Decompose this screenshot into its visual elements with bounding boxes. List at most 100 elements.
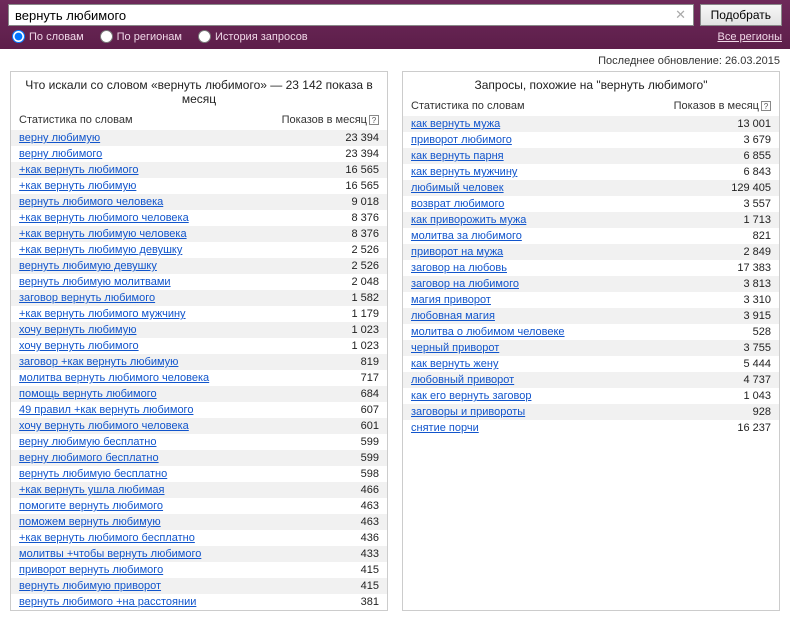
query-link[interactable]: помогите вернуть любимого — [19, 500, 163, 512]
shows-value: 821 — [753, 230, 771, 242]
shows-value: 4 737 — [743, 374, 771, 386]
query-link[interactable]: как его вернуть заговор — [411, 390, 531, 402]
query-link[interactable]: заговор +как вернуть любимую — [19, 356, 178, 368]
query-link[interactable]: верну любимую — [19, 132, 100, 144]
shows-value: 601 — [361, 420, 379, 432]
help-icon[interactable]: ? — [369, 115, 379, 125]
query-link[interactable]: снятие порчи — [411, 422, 479, 434]
query-link[interactable]: вернуть любимую бесплатно — [19, 468, 167, 480]
shows-value: 684 — [361, 388, 379, 400]
query-link[interactable]: вернуть любимую девушку — [19, 260, 157, 272]
query-link[interactable]: +как вернуть любимую — [19, 180, 136, 192]
query-link[interactable]: вернуть любимого +на расстоянии — [19, 596, 196, 608]
query-link[interactable]: хочу вернуть любимого человека — [19, 420, 189, 432]
shows-value: 1 023 — [351, 324, 379, 336]
help-icon[interactable]: ? — [761, 101, 771, 111]
shows-value: 3 813 — [743, 278, 771, 290]
search-row: ✕ Подобрать — [8, 4, 782, 26]
query-link[interactable]: хочу вернуть любимого — [19, 340, 139, 352]
query-link[interactable]: поможем вернуть любимую — [19, 516, 161, 528]
query-link[interactable]: молитвы +чтобы вернуть любимого — [19, 548, 201, 560]
query-link[interactable]: +как вернуть любимую девушку — [19, 244, 182, 256]
query-link[interactable]: вернуть любимого человека — [19, 196, 163, 208]
shows-value: 129 405 — [731, 182, 771, 194]
table-row: вернуть любимую приворот415 — [11, 578, 387, 594]
query-link[interactable]: любовный приворот — [411, 374, 514, 386]
query-link[interactable]: как приворожить мужа — [411, 214, 526, 226]
filter-option[interactable]: По словам — [12, 30, 84, 43]
query-link[interactable]: заговор на любовь — [411, 262, 507, 274]
query-link[interactable]: 49 правил +как вернуть любимого — [19, 404, 193, 416]
table-row: заговор на любимого 3 813 — [403, 276, 779, 292]
shows-value: 928 — [753, 406, 771, 418]
search-wrap: ✕ — [8, 4, 694, 26]
filter-label: История запросов — [215, 31, 308, 43]
panels: Что искали со словом «вернуть любимого» … — [0, 71, 790, 621]
query-link[interactable]: заговор вернуть любимого — [19, 292, 155, 304]
table-row: +как вернуть любимую девушку2 526 — [11, 242, 387, 258]
header: ✕ Подобрать По словам По регионам История … — [0, 0, 790, 49]
query-link[interactable]: как вернуть мужа — [411, 118, 500, 130]
query-link[interactable]: магия приворот — [411, 294, 491, 306]
query-link[interactable]: верну любимого бесплатно — [19, 452, 159, 464]
table-row: любовный приворот 4 737 — [403, 372, 779, 388]
query-link[interactable]: заговор на любимого — [411, 278, 519, 290]
query-link[interactable]: +как вернуть любимого бесплатно — [19, 532, 195, 544]
shows-value: 16 565 — [345, 164, 379, 176]
query-link[interactable]: приворот любимого — [411, 134, 512, 146]
query-link[interactable]: вернуть любимую молитвами — [19, 276, 171, 288]
query-link[interactable]: молитва за любимого — [411, 230, 522, 242]
shows-value: 16 565 — [345, 180, 379, 192]
query-link[interactable]: помощь вернуть любимого — [19, 388, 157, 400]
query-link[interactable]: верну любимого — [19, 148, 102, 160]
table-row: верну любимого бесплатно599 — [11, 450, 387, 466]
query-link[interactable]: молитва вернуть любимого человека — [19, 372, 209, 384]
query-link[interactable]: +как вернуть любимого человека — [19, 212, 189, 224]
shows-value: 9 018 — [351, 196, 379, 208]
shows-value: 17 383 — [737, 262, 771, 274]
query-link[interactable]: любовная магия — [411, 310, 495, 322]
all-regions-link[interactable]: Все регионы — [717, 31, 782, 43]
right-panel-title: Запросы, похожие на "вернуть любимого" — [403, 72, 779, 96]
clear-icon[interactable]: ✕ — [674, 8, 688, 22]
query-link[interactable]: +как вернуть любимого — [19, 164, 139, 176]
filter-option[interactable]: По регионам — [100, 30, 182, 43]
query-link[interactable]: как вернуть мужчину — [411, 166, 517, 178]
query-link[interactable]: +как вернуть любимую человека — [19, 228, 187, 240]
query-link[interactable]: хочу вернуть любимую — [19, 324, 136, 336]
shows-value: 3 310 — [743, 294, 771, 306]
shows-value: 2 526 — [351, 260, 379, 272]
query-link[interactable]: приворот на мужа — [411, 246, 503, 258]
filter-radio[interactable] — [198, 30, 211, 43]
shows-value: 528 — [753, 326, 771, 338]
query-link[interactable]: верну любимую бесплатно — [19, 436, 156, 448]
shows-value: 23 394 — [345, 132, 379, 144]
filter-radio[interactable] — [12, 30, 25, 43]
filter-radio[interactable] — [100, 30, 113, 43]
query-link[interactable]: заговоры и привороты — [411, 406, 525, 418]
table-row: магия приворот 3 310 — [403, 292, 779, 308]
table-row: возврат любимого3 557 — [403, 196, 779, 212]
search-input[interactable] — [8, 4, 694, 26]
query-link[interactable]: черный приворот — [411, 342, 499, 354]
left-rows: верну любимую 23 394 верну любимого23 394 +… — [11, 130, 387, 610]
query-link[interactable]: +как вернуть любимого мужчину — [19, 308, 186, 320]
query-link[interactable]: любимый человек — [411, 182, 504, 194]
shows-value: 6 855 — [743, 150, 771, 162]
shows-value: 1 179 — [351, 308, 379, 320]
table-row: верну любимого23 394 — [11, 146, 387, 162]
table-row: молитвы +чтобы вернуть любимого 433 — [11, 546, 387, 562]
filter-option[interactable]: История запросов — [198, 30, 308, 43]
shows-value: 433 — [361, 548, 379, 560]
query-link[interactable]: вернуть любимую приворот — [19, 580, 161, 592]
submit-button[interactable]: Подобрать — [700, 4, 782, 26]
query-link[interactable]: +как вернуть ушла любимая — [19, 484, 165, 496]
query-link[interactable]: возврат любимого — [411, 198, 504, 210]
filters: По словам По регионам История запросов Все… — [8, 30, 782, 43]
query-link[interactable]: как вернуть жену — [411, 358, 498, 370]
table-row: молитва о любимом человеке 528 — [403, 324, 779, 340]
shows-value: 3 755 — [743, 342, 771, 354]
query-link[interactable]: приворот вернуть любимого — [19, 564, 163, 576]
query-link[interactable]: молитва о любимом человеке — [411, 326, 565, 338]
query-link[interactable]: как вернуть парня — [411, 150, 504, 162]
